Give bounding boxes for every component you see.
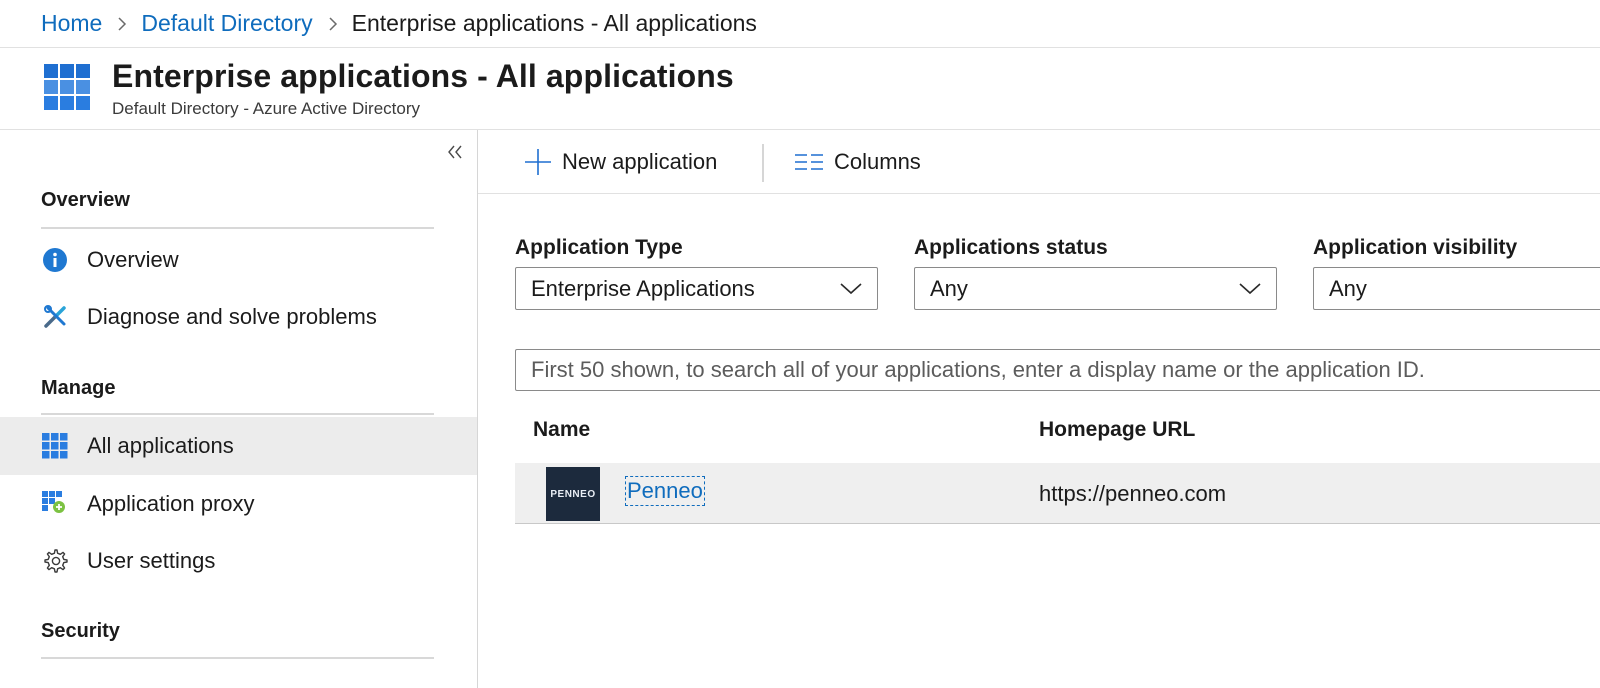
app-logo: PENNEO	[546, 467, 600, 521]
breadcrumb-home-link[interactable]: Home	[41, 10, 102, 37]
applications-status-dropdown[interactable]: Any	[914, 267, 1277, 310]
applications-status-label: Applications status	[914, 236, 1108, 259]
sidebar-item-user-settings[interactable]: User settings	[0, 532, 477, 590]
column-header-homepage-url[interactable]: Homepage URL	[1039, 418, 1195, 442]
sidebar-item-application-proxy[interactable]: Application proxy	[0, 475, 477, 533]
app-proxy-icon	[41, 490, 69, 518]
new-application-button[interactable]: New application	[524, 144, 717, 180]
section-title-manage: Manage	[41, 377, 116, 399]
section-title-security: Security	[41, 620, 120, 642]
page-subtitle: Default Directory - Azure Active Directo…	[112, 99, 420, 118]
chevron-right-icon	[328, 16, 338, 32]
double-chevron-left-icon	[448, 145, 462, 159]
app-name-link[interactable]: Penneo	[625, 476, 705, 506]
section-divider	[41, 227, 434, 229]
columns-label: Columns	[834, 149, 921, 174]
search-input[interactable]	[515, 349, 1600, 391]
toolbar-divider	[762, 144, 764, 182]
info-icon	[41, 246, 69, 274]
new-application-label: New application	[562, 149, 718, 174]
page-header: Enterprise applications - All applicatio…	[0, 48, 1600, 130]
app-grid-icon	[44, 64, 92, 112]
section-divider	[41, 413, 434, 415]
columns-button[interactable]: Columns	[794, 144, 921, 180]
section-title-overview: Overview	[41, 189, 130, 211]
breadcrumb-current: Enterprise applications - All applicatio…	[351, 10, 757, 36]
sidebar-item-overview[interactable]: Overview	[0, 231, 477, 289]
section-divider	[41, 657, 434, 659]
chevron-right-icon	[117, 16, 127, 32]
page-title: Enterprise applications - All applicatio…	[112, 58, 734, 94]
gear-icon	[41, 547, 69, 575]
application-type-dropdown[interactable]: Enterprise Applications	[515, 267, 878, 310]
applications-status-value: Any	[930, 275, 968, 301]
application-type-value: Enterprise Applications	[531, 275, 755, 301]
sidebar-item-diagnose[interactable]: Diagnose and solve problems	[0, 288, 477, 346]
sidebar-item-label: Overview	[87, 247, 179, 272]
sidebar-item-all-applications[interactable]: All applications	[0, 417, 477, 475]
application-visibility-dropdown[interactable]: Any	[1313, 267, 1600, 310]
wrench-icon	[41, 303, 69, 331]
collapse-sidebar-button[interactable]	[443, 140, 467, 164]
application-visibility-value: Any	[1329, 275, 1367, 301]
sidebar-item-label: Application proxy	[87, 491, 255, 516]
breadcrumb-directory-link[interactable]: Default Directory	[141, 10, 312, 37]
application-type-label: Application Type	[515, 236, 683, 259]
sidebar: Overview Overview Diagnose and solve pro…	[0, 130, 478, 688]
sidebar-item-label: User settings	[87, 548, 216, 573]
table-row[interactable]: PENNEO Penneo https://penneo.com	[515, 463, 1600, 524]
application-visibility-label: Application visibility	[1313, 236, 1518, 259]
sidebar-item-label: All applications	[87, 433, 234, 458]
app-homepage-url: https://penneo.com	[1039, 481, 1227, 506]
sidebar-item-label: Diagnose and solve problems	[87, 304, 377, 329]
breadcrumb: Home Default Directory Enterprise applic…	[0, 0, 1600, 48]
plus-icon	[524, 148, 552, 176]
chevron-down-icon	[1238, 278, 1262, 304]
chevron-down-icon	[839, 278, 863, 304]
columns-icon	[794, 152, 824, 172]
column-header-name[interactable]: Name	[533, 418, 590, 442]
app-grid-icon	[41, 432, 69, 460]
command-bar: New application Columns	[478, 130, 1600, 194]
